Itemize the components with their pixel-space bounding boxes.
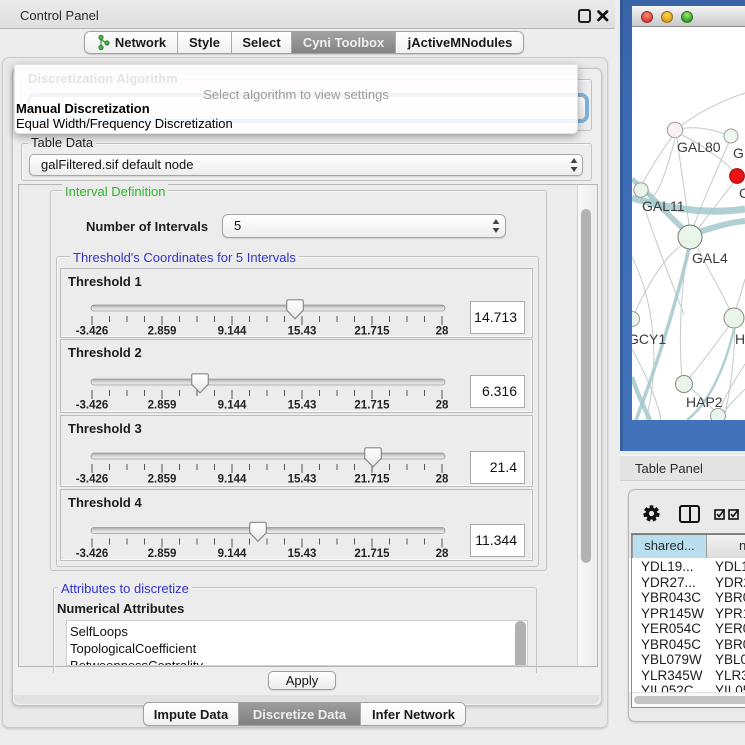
- svg-text:GAL11: GAL11: [642, 198, 685, 214]
- svg-text:GAL80: GAL80: [677, 139, 721, 155]
- svg-text:H: H: [735, 331, 745, 347]
- svg-text:C: C: [739, 185, 745, 201]
- svg-text:GCY1: GCY1: [632, 331, 666, 347]
- svg-text:HAP2: HAP2: [686, 394, 723, 410]
- svg-text:G.: G.: [733, 145, 745, 161]
- svg-text:GAL4: GAL4: [692, 250, 728, 266]
